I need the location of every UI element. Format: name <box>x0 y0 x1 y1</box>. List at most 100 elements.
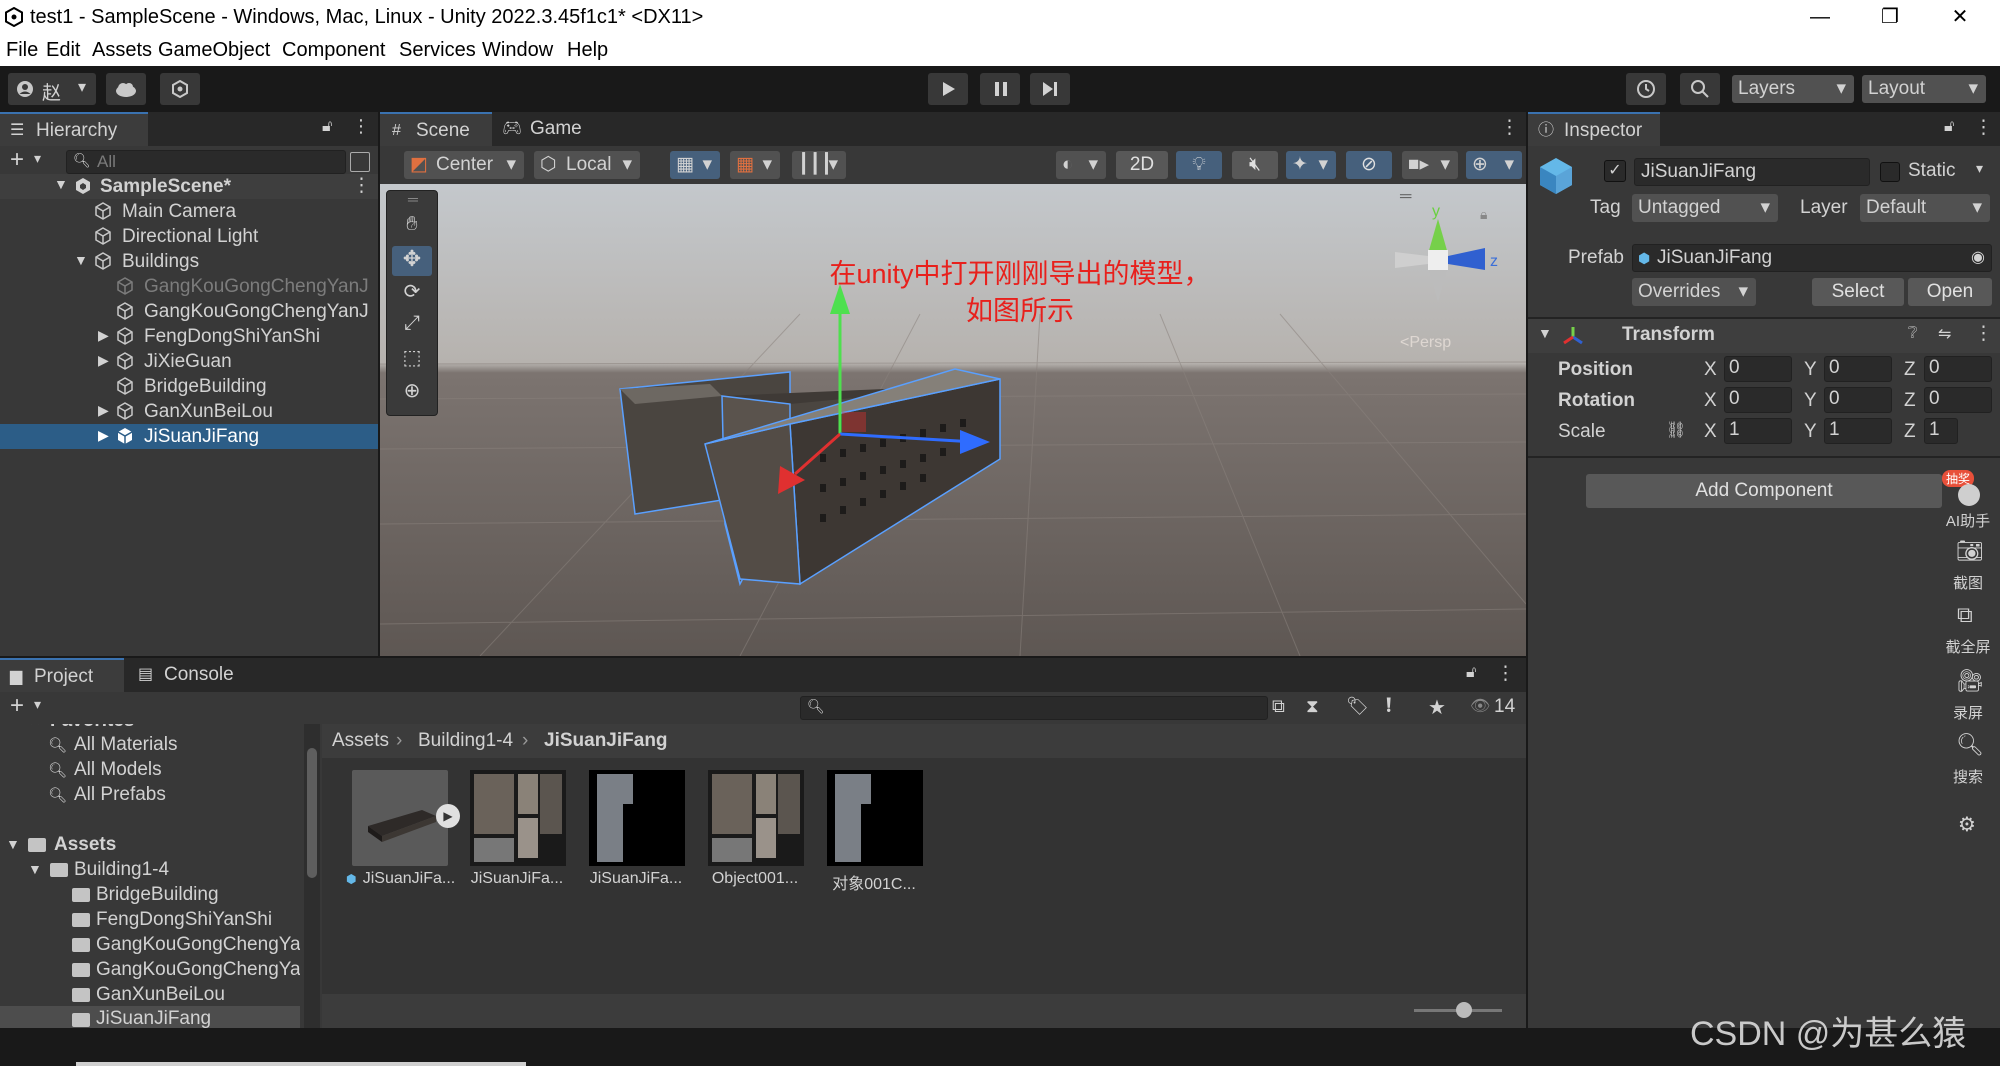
fullscreen-capture-label[interactable]: 截全屏 <box>1940 636 1996 657</box>
add-icon[interactable]: + <box>10 692 24 720</box>
rotation-z-field[interactable]: 0 <box>1924 387 1992 413</box>
tab-hierarchy[interactable]: ☰ Hierarchy <box>0 112 148 146</box>
gizmos-dropdown[interactable]: ⊕ <box>1466 151 1522 179</box>
expand-arrow-icon[interactable]: ▼ <box>6 836 20 852</box>
list-item[interactable]: GangKouGongChengYanJ <box>0 274 378 299</box>
rotation-y-field[interactable]: 0 <box>1824 387 1892 413</box>
layout-dropdown[interactable]: Layout <box>1862 75 1986 103</box>
fav-all-models[interactable]: All Models <box>74 759 162 781</box>
restore-button[interactable]: ❐ <box>1855 0 1925 34</box>
tag-dropdown[interactable]: Untagged <box>1632 194 1778 222</box>
pause-button[interactable] <box>980 73 1020 105</box>
move-tool-icon[interactable]: ✥ <box>392 246 432 276</box>
select-button[interactable]: Select <box>1812 278 1904 306</box>
fav-all-prefabs[interactable]: All Prefabs <box>74 784 166 806</box>
list-item[interactable]: Main Camera <box>0 199 378 224</box>
2d-toggle[interactable]: 2D <box>1116 151 1168 179</box>
asset-label[interactable]: JiSuanJiFa... <box>458 870 576 888</box>
scale-tool-icon[interactable]: ⤢ <box>392 312 432 342</box>
menu-component[interactable]: Component <box>282 39 385 62</box>
expand-arrow-icon[interactable]: ▼ <box>10 724 24 726</box>
scale-z-field[interactable]: 1 <box>1924 418 1958 444</box>
favorites-label[interactable]: Favorites <box>50 724 134 732</box>
chevron-down-icon[interactable]: ▾ <box>34 150 41 167</box>
collab-button[interactable] <box>160 73 200 105</box>
position-z-field[interactable]: 0 <box>1924 356 1992 382</box>
cloud-button[interactable] <box>106 73 146 105</box>
shading-mode-dropdown[interactable]: ◐ <box>1056 151 1106 179</box>
camera-dropdown[interactable]: ■▸ <box>1402 151 1458 179</box>
filter-label-icon[interactable]: 🏷︎ <box>1346 696 1369 717</box>
object-name-field[interactable]: JiSuanJiFang <box>1634 158 1870 186</box>
prefab-field[interactable]: ⬢ JiSuanJiFang ◉ <box>1632 244 1992 272</box>
increment-snap-button[interactable]: ▦ <box>730 151 780 179</box>
scene-search-icon[interactable] <box>350 152 370 172</box>
position-x-field[interactable]: 0 <box>1724 356 1792 382</box>
search-scope-icon[interactable]: ⧉ <box>1272 696 1285 717</box>
list-item[interactable]: ▶ FengDongShiYanShi <box>0 324 378 349</box>
scene-render[interactable] <box>380 184 1526 656</box>
menu-gameobject[interactable]: GameObject <box>158 39 270 62</box>
layer-dropdown[interactable]: Default <box>1860 194 1990 222</box>
close-button[interactable]: ✕ <box>1925 0 1995 34</box>
more-menu-icon[interactable]: ⋮ <box>1500 116 1519 139</box>
chevron-down-icon[interactable]: ▾ <box>34 696 41 713</box>
list-item[interactable]: Directional Light <box>0 224 378 249</box>
texture-thumbnail[interactable] <box>827 770 923 866</box>
lighting-toggle[interactable]: 💡︎ <box>1176 151 1222 179</box>
grid-snap-button[interactable]: ▦ <box>670 151 720 179</box>
breadcrumb-assets[interactable]: Assets <box>332 730 389 752</box>
expand-arrow-icon[interactable]: ▶ <box>98 427 109 444</box>
layers-dropdown[interactable]: Layers <box>1732 75 1854 103</box>
rotate-tool-icon[interactable]: ⟳ <box>392 279 432 309</box>
hidden-packages-icon[interactable]: 👁︎ <box>1470 696 1490 716</box>
active-checkbox[interactable]: ✓ <box>1604 160 1626 182</box>
more-menu-icon[interactable]: ⋮ <box>352 116 370 137</box>
search-icon[interactable]: 🔍︎ <box>1956 732 1984 758</box>
folder-gangkou-1[interactable]: GangKouGongChengYa <box>96 934 300 956</box>
expand-arrow-icon[interactable]: ▼ <box>54 176 68 192</box>
asset-label[interactable]: Object001... <box>696 870 814 888</box>
add-icon[interactable]: + <box>10 146 24 174</box>
camera-icon[interactable]: 📷︎ <box>1956 538 1984 564</box>
space-dropdown[interactable]: ⬡ Local <box>534 151 640 179</box>
list-item[interactable]: BridgeBuilding <box>0 374 378 399</box>
hand-tool-icon[interactable]: ✋︎ <box>392 213 432 243</box>
list-item[interactable]: ▶ GanXunBeiLou <box>0 399 378 424</box>
breadcrumb-building[interactable]: Building1-4 <box>418 730 513 752</box>
asset-label[interactable]: JiSuanJiFa... <box>577 870 695 888</box>
menu-services[interactable]: Services <box>399 39 476 62</box>
more-menu-icon[interactable]: ⋮ <box>1496 662 1515 685</box>
position-y-field[interactable]: 0 <box>1824 356 1892 382</box>
more-menu-icon[interactable]: ⋮ <box>352 174 371 197</box>
warning-filter-icon[interactable]: ❗︎ <box>1386 695 1391 718</box>
texture-thumbnail[interactable] <box>470 770 566 866</box>
overlay-menu-icon[interactable]: ═ <box>1400 188 1411 206</box>
settings-gear-icon[interactable]: ⚙︎ <box>1958 812 1976 837</box>
search-label[interactable]: 搜索 <box>1940 766 1996 787</box>
asset-label[interactable]: 对象001C... <box>815 870 933 894</box>
folder-building1-4[interactable]: Building1-4 <box>74 859 169 881</box>
transform-header[interactable]: ▼ Transform ❔︎ ⇋ ⋮ <box>1528 319 2000 353</box>
tab-inspector[interactable]: ⓘ Inspector <box>1528 112 1660 146</box>
menu-file[interactable]: File <box>6 39 38 62</box>
play-button[interactable] <box>928 73 968 105</box>
undo-history-button[interactable] <box>1626 73 1666 105</box>
lock-icon[interactable]: 🔒︎ <box>1480 206 1487 223</box>
scale-y-field[interactable]: 1 <box>1824 418 1892 444</box>
visibility-toggle[interactable]: ⊘ <box>1346 151 1392 179</box>
texture-thumbnail[interactable] <box>589 770 685 866</box>
transform-tool-icon[interactable]: ⊕ <box>392 378 432 408</box>
screenshot-label[interactable]: 截图 <box>1940 572 1996 593</box>
record-icon[interactable]: 🎥︎ <box>1956 668 1984 694</box>
play-preview-icon[interactable]: ▶ <box>436 804 460 828</box>
tab-scene[interactable]: # Scene <box>380 112 492 146</box>
tab-console[interactable]: ▤ Console <box>124 658 248 692</box>
expand-arrow-icon[interactable]: ▶ <box>98 327 109 344</box>
overrides-dropdown[interactable]: Overrides <box>1632 278 1756 306</box>
lock-icon[interactable]: 🔓︎ <box>1944 118 1954 136</box>
static-checkbox[interactable] <box>1880 162 1900 182</box>
expand-arrow-icon[interactable]: ▼ <box>74 252 88 268</box>
filter-type-icon[interactable]: ⧗ <box>1306 696 1319 717</box>
projection-label[interactable]: <Persp <box>1400 334 1451 352</box>
